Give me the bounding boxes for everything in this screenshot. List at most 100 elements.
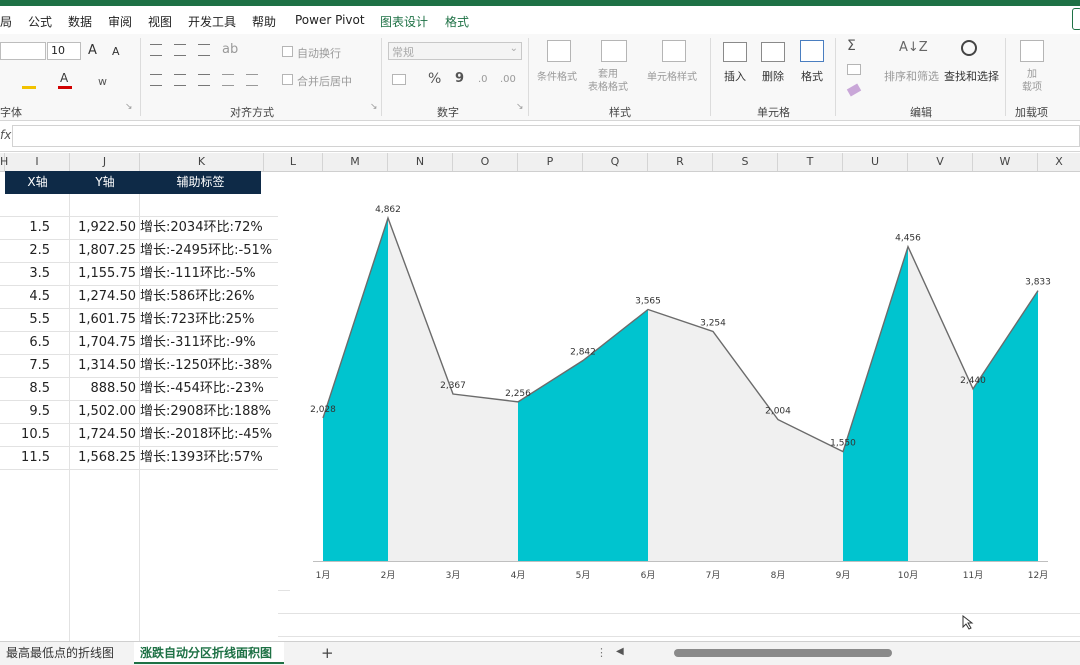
addins-button[interactable]: 加 载项: [1022, 68, 1042, 94]
column-header-r[interactable]: R: [648, 153, 713, 171]
column-header-u[interactable]: U: [843, 153, 908, 171]
cell-label-value[interactable]: 增长:-2018环比:-45%: [140, 424, 278, 446]
shrink-font-icon[interactable]: A: [112, 45, 120, 58]
cell-x-value[interactable]: 3.5: [0, 263, 50, 285]
cell-styles-button[interactable]: 单元格样式: [647, 68, 697, 83]
column-header-q[interactable]: Q: [583, 153, 648, 171]
menu-view[interactable]: 视图: [148, 13, 172, 30]
cell-y-value[interactable]: 1,704.75: [68, 332, 136, 354]
table-format-button[interactable]: 套用 表格格式: [588, 68, 628, 94]
menu-help[interactable]: 帮助: [252, 13, 276, 30]
horizontal-scrollbar-thumb[interactable]: [674, 649, 892, 657]
area-chart[interactable]: 2,028 4,862 2,367 2,256 2,842 3,565 3,254 2,004…: [290, 173, 1080, 591]
menu-power-pivot[interactable]: Power Pivot: [295, 13, 365, 27]
cell-x-value[interactable]: 8.5: [0, 378, 50, 400]
column-header-x[interactable]: X: [1038, 153, 1080, 171]
fill-icon[interactable]: [847, 64, 861, 75]
cell-label-value[interactable]: 增长:-454环比:-23%: [140, 378, 278, 400]
column-header-i[interactable]: I: [5, 153, 70, 171]
cell-x-value[interactable]: 5.5: [0, 309, 50, 331]
column-header-s[interactable]: S: [713, 153, 778, 171]
cell-y-value[interactable]: 1,601.75: [68, 309, 136, 331]
merge-center-button[interactable]: 合并后居中: [297, 73, 352, 89]
clear-icon[interactable]: [846, 83, 862, 97]
more-options-icon[interactable]: ⋮: [596, 646, 607, 659]
autosum-icon[interactable]: Σ: [847, 38, 856, 54]
cell-label-value[interactable]: 增长:-111环比:-5%: [140, 263, 278, 285]
table-row[interactable]: 1.5 1,922.50 增长:2034环比:72%: [0, 217, 278, 240]
table-row-empty[interactable]: [0, 194, 278, 217]
table-row[interactable]: 6.5 1,704.75 增长:-311环比:-9%: [0, 332, 278, 355]
chart-area[interactable]: 2,028 4,862 2,367 2,256 2,842 3,565 3,254 2,004…: [290, 173, 1080, 591]
cell-x-value[interactable]: 6.5: [0, 332, 50, 354]
orientation-icon[interactable]: ab: [222, 42, 238, 57]
cell-label-value[interactable]: 增长:-1250环比:-38%: [140, 355, 278, 377]
decrease-decimal-icon[interactable]: .00: [500, 74, 516, 85]
cell-y-value[interactable]: 1,568.25: [68, 447, 136, 469]
delete-button[interactable]: 删除: [762, 68, 784, 84]
table-row[interactable]: 3.5 1,155.75 增长:-111环比:-5%: [0, 263, 278, 286]
menu-review[interactable]: 审阅: [108, 13, 132, 30]
sheet-tab-max-min-line[interactable]: 最高最低点的折线图: [0, 642, 132, 664]
alignment-dialog-launcher-icon[interactable]: ↘: [370, 102, 378, 112]
cell-label-value[interactable]: 增长:586环比:26%: [140, 286, 278, 308]
table-row[interactable]: 7.5 1,314.50 增长:-1250环比:-38%: [0, 355, 278, 378]
cell-label-value[interactable]: 增长:-2495环比:-51%: [140, 240, 278, 262]
align-right-icon[interactable]: [198, 74, 210, 86]
cell-y-value[interactable]: 1,724.50: [68, 424, 136, 446]
column-header-v[interactable]: V: [908, 153, 973, 171]
cell-y-value[interactable]: 1,922.50: [68, 217, 136, 239]
table-row[interactable]: 10.5 1,724.50 增长:-2018环比:-45%: [0, 424, 278, 447]
increase-indent-icon[interactable]: [246, 74, 258, 86]
scroll-left-icon[interactable]: ◀: [616, 646, 624, 657]
align-bottom-icon[interactable]: [198, 44, 210, 56]
cell-label-value[interactable]: 增长:1393环比:57%: [140, 447, 278, 469]
format-button[interactable]: 格式: [801, 68, 823, 84]
insert-button[interactable]: 插入: [724, 68, 746, 84]
cell-label-value[interactable]: 增长:2908环比:188%: [140, 401, 278, 423]
column-header-n[interactable]: N: [388, 153, 453, 171]
menu-chart-design[interactable]: 图表设计: [380, 13, 428, 30]
column-header-k[interactable]: K: [140, 153, 264, 171]
cell-label-value[interactable]: 增长:723环比:25%: [140, 309, 278, 331]
cell-y-value[interactable]: 1,807.25: [68, 240, 136, 262]
add-sheet-button[interactable]: +: [321, 644, 334, 662]
sort-filter-button[interactable]: 排序和筛选: [884, 68, 939, 84]
column-header-w[interactable]: W: [973, 153, 1038, 171]
table-row[interactable]: 8.5 888.50 增长:-454环比:-23%: [0, 378, 278, 401]
align-middle-icon[interactable]: [174, 44, 186, 56]
cell-x-value[interactable]: 1.5: [0, 217, 50, 239]
formula-input[interactable]: [12, 125, 1080, 147]
font-size-box[interactable]: 10: [47, 42, 81, 60]
column-header-p[interactable]: P: [518, 153, 583, 171]
fill-color-icon[interactable]: [22, 74, 36, 89]
cell-label-value[interactable]: 增长:-311环比:-9%: [140, 332, 278, 354]
menu-format[interactable]: 格式: [445, 13, 469, 30]
number-format-select[interactable]: 常规 ⌄: [388, 42, 522, 60]
increase-decimal-icon[interactable]: .0: [478, 74, 488, 85]
cell-y-value[interactable]: 888.50: [68, 378, 137, 400]
font-name-box[interactable]: [0, 42, 46, 60]
cell-y-value[interactable]: 1,502.00: [68, 401, 136, 423]
accounting-format-icon[interactable]: [392, 74, 406, 85]
font-color-icon[interactable]: A: [58, 71, 72, 89]
font-dialog-launcher-icon[interactable]: ↘: [125, 102, 133, 112]
menu-developer[interactable]: 开发工具: [188, 13, 236, 30]
phonetic-icon[interactable]: w: [98, 74, 110, 88]
table-row[interactable]: 9.5 1,502.00 增长:2908环比:188%: [0, 401, 278, 424]
cell-x-value[interactable]: 9.5: [0, 401, 50, 423]
column-header-l[interactable]: L: [264, 153, 323, 171]
wrap-text-button[interactable]: 自动换行: [297, 45, 341, 61]
cell-x-value[interactable]: 11.5: [0, 447, 50, 469]
menu-formulas[interactable]: 公式: [28, 13, 52, 30]
cell-x-value[interactable]: 2.5: [0, 240, 50, 262]
align-center-icon[interactable]: [174, 74, 186, 86]
find-select-button[interactable]: 查找和选择: [944, 68, 999, 84]
table-row[interactable]: 11.5 1,568.25 增长:1393环比:57%: [0, 447, 278, 470]
grow-font-icon[interactable]: A: [88, 43, 97, 58]
percent-style-icon[interactable]: %: [428, 71, 441, 87]
cell-y-value[interactable]: 1,274.50: [68, 286, 136, 308]
column-header-j[interactable]: J: [70, 153, 140, 171]
align-left-icon[interactable]: [150, 74, 162, 86]
cell-x-value[interactable]: 4.5: [0, 286, 50, 308]
